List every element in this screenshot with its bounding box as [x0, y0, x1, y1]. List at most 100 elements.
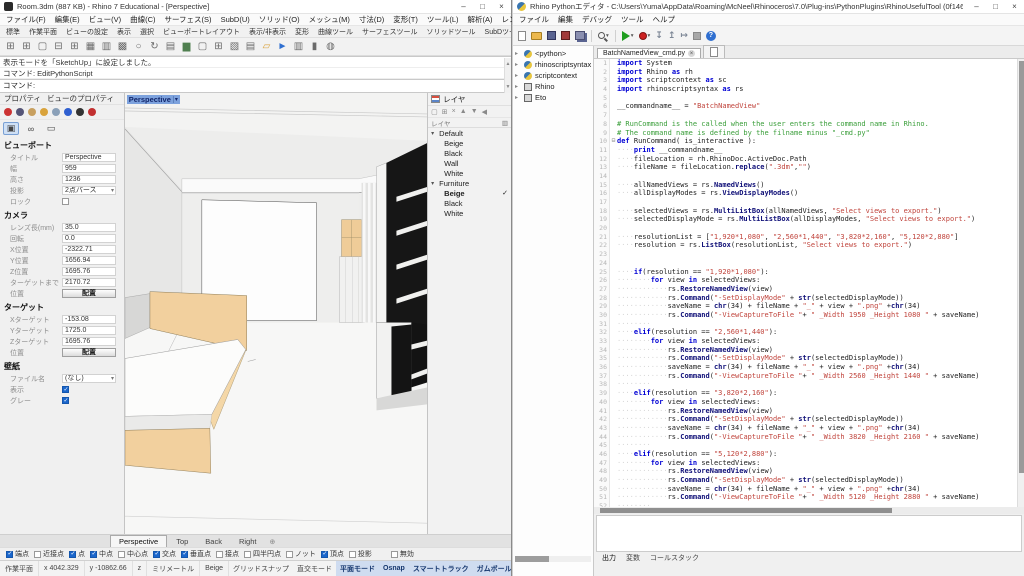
step-over-icon[interactable]: ↥: [667, 28, 677, 43]
viewport-menu-arrow-icon[interactable]: ▾: [173, 96, 178, 103]
property-value[interactable]: 1236: [62, 175, 116, 184]
menu-item[interactable]: サーフェス(S): [165, 14, 212, 25]
osnap-checkbox[interactable]: [349, 551, 356, 558]
viewport-tab-top[interactable]: Top: [168, 536, 196, 547]
stop-icon[interactable]: [692, 28, 702, 43]
perspective-viewport[interactable]: Perspective ▾: [125, 93, 427, 534]
layer-group-row[interactable]: ▾Default: [428, 128, 511, 138]
osnap-item[interactable]: 近接点: [34, 549, 64, 559]
osnap-checkbox[interactable]: [69, 551, 76, 558]
minimize-button[interactable]: –: [967, 0, 986, 14]
code-horizontal-scrollbar[interactable]: [594, 507, 1024, 514]
layer-row[interactable]: White: [428, 208, 511, 218]
status-toggle[interactable]: 平面モード: [336, 561, 379, 576]
expand-icon[interactable]: ▸: [515, 61, 521, 68]
viewport-title-label[interactable]: Perspective ▾: [127, 95, 180, 104]
image-icon[interactable]: [52, 108, 60, 116]
menu-item[interactable]: 編集: [558, 14, 573, 25]
menu-item[interactable]: 解析(A): [468, 14, 493, 25]
property-value[interactable]: 959: [62, 164, 116, 173]
menu-item[interactable]: ファイル(F): [6, 14, 46, 25]
step-out-icon[interactable]: ↦: [679, 28, 689, 43]
new-sublayer-icon[interactable]: ⊞: [442, 108, 448, 116]
property-value[interactable]: 2170.72: [62, 278, 116, 287]
breakpoint-icon[interactable]: ▾: [638, 28, 652, 43]
osnap-checkbox[interactable]: [181, 551, 188, 558]
menu-item[interactable]: 寸法(D): [359, 14, 384, 25]
property-value[interactable]: 1725.0: [62, 326, 116, 335]
new-file-icon[interactable]: ▢: [195, 39, 210, 54]
osnap-item[interactable]: ノット: [286, 549, 316, 559]
shaded-display-icon[interactable]: ▆: [179, 39, 194, 54]
status-toggle[interactable]: ガムボール: [473, 561, 511, 576]
move-down-icon[interactable]: ▼: [471, 108, 478, 115]
osnap-item[interactable]: 接点: [216, 549, 239, 559]
print-setup-icon[interactable]: ▥: [291, 39, 306, 54]
save-as-icon[interactable]: [560, 28, 571, 43]
add-viewport-icon[interactable]: ⊕: [265, 537, 279, 547]
osnap-checkbox[interactable]: [90, 551, 97, 558]
menu-item[interactable]: ヘルプ: [653, 14, 676, 25]
viewport-tab-right[interactable]: Right: [231, 536, 265, 547]
file-tab[interactable]: BatchNamedView_cmd.py ×: [597, 48, 701, 58]
tree-item[interactable]: ▸scriptcontext: [513, 70, 593, 81]
toolbar-tab[interactable]: 表示/非表示: [249, 27, 286, 37]
display-mode-icon[interactable]: ▤: [163, 39, 178, 54]
layer-row[interactable]: White: [428, 168, 511, 178]
tree-horizontal-scrollbar[interactable]: [515, 556, 591, 562]
units-label[interactable]: ミリメートル: [147, 561, 200, 576]
status-toggle[interactable]: Osnap: [379, 561, 409, 576]
expand-icon[interactable]: ▸: [515, 94, 521, 101]
viewport-properties-icon[interactable]: ▣: [3, 122, 19, 135]
code-editor[interactable]: 1import System2import Rhino as rh3import…: [594, 59, 1024, 507]
property-value[interactable]: 1695.76: [62, 267, 116, 276]
tree-item[interactable]: ▸Eto: [513, 92, 593, 103]
synchronize-views-icon[interactable]: ▩: [115, 39, 130, 54]
rotate-view-icon[interactable]: ↻: [147, 39, 162, 54]
new-viewport-icon[interactable]: ⊞: [67, 39, 82, 54]
close-tab-icon[interactable]: ×: [688, 50, 695, 57]
status-toggle[interactable]: スマートトラック: [409, 561, 473, 576]
menu-item[interactable]: 編集(E): [55, 14, 80, 25]
viewport-columns-icon[interactable]: ▥: [99, 39, 114, 54]
expand-icon[interactable]: ▸: [515, 72, 521, 79]
step-into-icon[interactable]: ↧: [654, 28, 664, 43]
osnap-item[interactable]: 四半円点: [244, 549, 281, 559]
wallpaper-icon[interactable]: ▭: [43, 122, 59, 135]
help-icon[interactable]: ?: [705, 28, 717, 43]
link-icon[interactable]: ∞: [23, 122, 39, 135]
osnap-checkbox[interactable]: [244, 551, 251, 558]
ロック-checkbox[interactable]: [62, 198, 69, 205]
output-tab[interactable]: 出力: [602, 553, 616, 563]
box-edit-icon[interactable]: ▧: [227, 39, 242, 54]
folder-icon[interactable]: [40, 108, 48, 116]
layer-group-row[interactable]: ▾Furniture: [428, 178, 511, 188]
toolbar-tab[interactable]: 曲線ツール: [318, 27, 353, 37]
property-value[interactable]: 0.0: [62, 234, 116, 243]
menu-item[interactable]: SubD(U): [221, 15, 250, 24]
tree-item[interactable]: ▸<python>: [513, 48, 593, 59]
render-icon[interactable]: [88, 108, 96, 116]
toolbar-tab[interactable]: SubDツール: [485, 27, 511, 37]
property-value[interactable]: 1695.76: [62, 337, 116, 346]
open-file-icon[interactable]: [530, 28, 543, 43]
output-tab[interactable]: 変数: [626, 553, 640, 563]
cplane-label[interactable]: 作業平面: [0, 561, 39, 576]
osnap-checkbox[interactable]: [118, 551, 125, 558]
move-up-icon[interactable]: ▲: [460, 108, 467, 115]
place-button[interactable]: 配置: [62, 348, 116, 357]
osnap-item[interactable]: 交点: [153, 549, 176, 559]
status-toggle[interactable]: 直交モード: [293, 561, 336, 576]
menu-item[interactable]: メッシュ(M): [309, 14, 350, 25]
osnap-checkbox[interactable]: [321, 551, 328, 558]
property-value[interactable]: -153.08: [62, 315, 116, 324]
property-value[interactable]: (なし): [62, 374, 116, 383]
dropdown-arrow-icon[interactable]: ▾: [631, 33, 634, 39]
object-properties-icon[interactable]: [4, 108, 12, 116]
osnap-item[interactable]: 中点: [90, 549, 113, 559]
toolbar-tab[interactable]: サーフェスツール: [362, 27, 418, 37]
property-value[interactable]: -2322.71: [62, 245, 116, 254]
command-scrollbar[interactable]: ▲▼: [504, 58, 511, 93]
toolbar-tab[interactable]: 選択: [140, 27, 154, 37]
expand-icon[interactable]: ▸: [515, 83, 521, 90]
